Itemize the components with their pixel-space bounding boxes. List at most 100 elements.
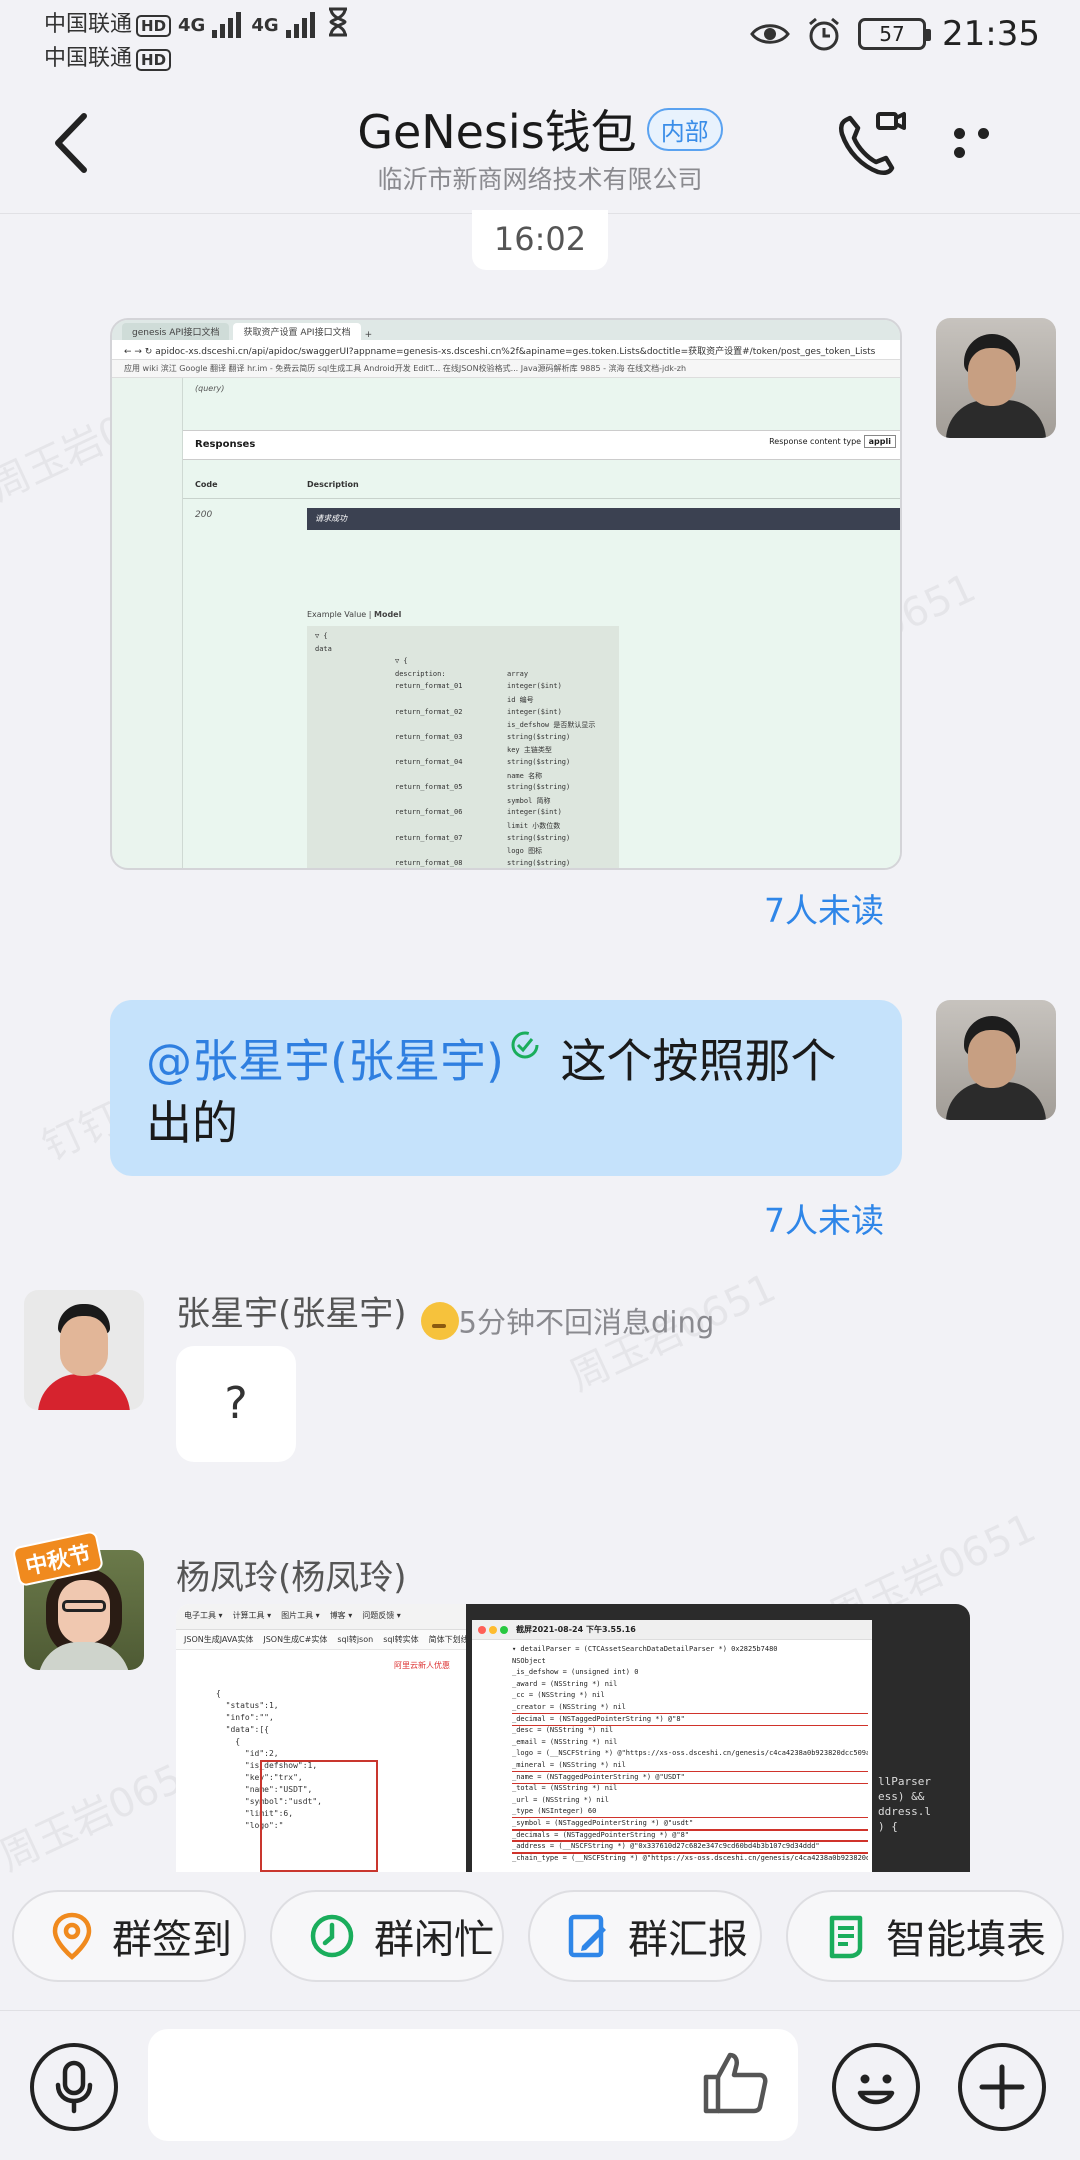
- json-code-line: {: [216, 1689, 221, 1698]
- query-label: (query): [195, 384, 225, 393]
- source-line: ddress.l: [878, 1805, 931, 1818]
- variable-line: ▾ detailParser = (CTCAssetSearchDataDeta…: [512, 1645, 778, 1653]
- responses-label: Responses: [195, 439, 256, 450]
- tool-tab: JSON生成C#实体: [263, 1635, 328, 1644]
- more-actions-button[interactable]: [958, 2043, 1046, 2131]
- sender-status: 5分钟不回消息ding: [458, 1305, 715, 1340]
- signal-icon: [212, 12, 244, 38]
- new-tab-icon: +: [364, 330, 373, 340]
- hd-badge: HD: [136, 15, 172, 37]
- emoji-button[interactable]: [832, 2043, 920, 2131]
- variable-line: _cc = (NSString *) nil: [512, 1691, 605, 1700]
- browser-address: ← → ↻ apidoc-xs.dsceshi.cn/api/apidoc/sw…: [112, 340, 900, 360]
- model-line-text: return_format_07: [395, 833, 463, 842]
- variable-line: _symbol = (NSTaggedPointerString *) @"us…: [512, 1816, 868, 1831]
- model-line-text: limit 小数位数: [507, 822, 561, 830]
- form-icon: [829, 1915, 863, 1959]
- time-divider: 16:02: [472, 210, 608, 270]
- sender-name[interactable]: 张星宇(张星宇): [176, 1294, 407, 1334]
- plus-icon: [979, 2064, 1025, 2110]
- hd-badge-2: HD: [136, 49, 172, 71]
- tool-menu: 电子工具 ▾ 计算工具 ▾ 图片工具 ▾ 博客 ▾ 问题反馈 ▾: [176, 1604, 466, 1630]
- text-message-bubble[interactable]: @张星宇(张星宇) 这个按照那个 出的: [110, 1000, 902, 1176]
- model-line-text: return_format_02: [395, 707, 463, 716]
- model-line: data: [307, 645, 619, 657]
- image-message[interactable]: genesis API接口文档 获取资产设置 API接口文档 + ← → ↻ a…: [110, 318, 902, 870]
- tool-tab: sql转实体: [383, 1635, 419, 1644]
- variable-line: _name = (NSTaggedPointerString *) @"USDT…: [512, 1770, 868, 1785]
- responses-bar: Responses Response content type appli: [183, 430, 900, 460]
- group-report-button[interactable]: 群汇报: [528, 1890, 762, 1982]
- model-line-text: id 编号: [507, 696, 534, 704]
- model-line-text: return_format_05: [395, 783, 463, 792]
- model-line: return_format_04 string($string): [307, 758, 619, 770]
- variable-line: _logo = (__NSCFString *) @"https://xs-os…: [512, 1749, 868, 1758]
- smart-form-label: 智能填表: [886, 1917, 1046, 1963]
- chat-title: GeNesis钱包: [357, 105, 637, 159]
- model-line: name 名称: [307, 771, 619, 783]
- model-line: key 主链类型: [307, 745, 619, 757]
- smart-form-button[interactable]: 智能填表: [786, 1890, 1064, 1982]
- variable-line: _type (NSInteger) 60: [512, 1807, 597, 1816]
- group-busy-button[interactable]: 群闲忙: [270, 1890, 504, 1982]
- thumbs-up-button[interactable]: [700, 2047, 772, 2119]
- chat-header: GeNesis钱包 内部 临沂市新商网络技术有限公司: [0, 72, 1080, 214]
- model-line-text: string($string): [507, 758, 571, 766]
- sender-name[interactable]: 杨凤玲(杨凤玲): [176, 1550, 407, 1599]
- read-check-icon: [511, 1031, 539, 1059]
- unread-count[interactable]: 7人未读: [764, 884, 884, 932]
- model-line: return_format_03 string($string): [307, 733, 619, 745]
- model-line: return_format_06 integer($int): [307, 808, 619, 820]
- model-line-text: ▽ {: [395, 657, 408, 666]
- smiley-icon: [857, 2074, 895, 2105]
- browser-tabs: genesis API接口文档 获取资产设置 API接口文档 +: [112, 320, 900, 340]
- model-line-text: ▽ {: [315, 632, 328, 640]
- group-checkin-button[interactable]: 群签到: [12, 1890, 246, 1982]
- bookmarks-bar: 应用 wiki 滨江 Google 翻译 翻译 hr.im - 免费云简历 sq…: [112, 360, 900, 378]
- model-line-text: string($string): [507, 732, 571, 741]
- carrier-2: 中国联通 HD: [44, 40, 172, 72]
- model-line-text: description:: [395, 669, 446, 678]
- avatar[interactable]: [24, 1290, 144, 1410]
- model-line-text: string($string): [507, 783, 571, 792]
- model-line-text: logo 图标: [507, 847, 543, 856]
- model-line-text: is_defshow 是否默认显示: [507, 721, 596, 730]
- mention-link[interactable]: @张星宇(张星宇): [146, 1034, 504, 1088]
- promo-tip: 阿里云新人优惠: [394, 1661, 450, 1670]
- quick-actions-bar: 群签到 群闲忙 群汇报 智能填表: [0, 1886, 1080, 2006]
- reply-bubble[interactable]: ?: [176, 1346, 296, 1462]
- avatar[interactable]: [936, 1000, 1056, 1120]
- json-code-line: "data":[{: [216, 1725, 269, 1734]
- message-text-line2: 出的: [146, 1096, 238, 1150]
- internal-badge: 内部: [646, 107, 723, 151]
- json-tool-panel: 电子工具 ▾ 计算工具 ▾ 图片工具 ▾ 博客 ▾ 问题反馈 ▾ JSON生成JAVA实…: [176, 1604, 469, 1872]
- code-200: 200: [195, 510, 213, 520]
- model-line: return_format_05 string($string): [307, 783, 619, 795]
- tool-tabs: JSON生成JAVA实体 JSON生成C#实体 sql转json sql转实体 简体下划…: [176, 1630, 469, 1650]
- clock-icon: [310, 1914, 354, 1958]
- col-description: Description: [307, 480, 359, 489]
- group-report-label: 群汇报: [628, 1917, 748, 1963]
- signal-label-2: 4G: [251, 15, 279, 36]
- chat-subtitle: 临沂市新商网络技术有限公司: [377, 165, 703, 194]
- unread-count[interactable]: 7人未读: [764, 1194, 884, 1242]
- model-line: return_format_07 string($string): [307, 834, 619, 846]
- source-line: ess) &&: [878, 1790, 925, 1803]
- variable-line: _url = (NSString *) nil: [512, 1795, 609, 1804]
- model-line-text: name 名称: [507, 771, 543, 780]
- json-code-line: "id":2,: [216, 1749, 279, 1758]
- image-message[interactable]: 电子工具 ▾ 计算工具 ▾ 图片工具 ▾ 博客 ▾ 问题反馈 ▾ JSON生成JAVA实…: [176, 1604, 970, 1872]
- avatar[interactable]: [936, 318, 1056, 438]
- title-row[interactable]: GeNesis钱包 内部: [0, 96, 1080, 162]
- variable-line: _email = (NSString *) nil: [512, 1737, 618, 1746]
- json-code-line: "status":1,: [216, 1701, 279, 1710]
- alarm-icon: [809, 17, 839, 51]
- voice-input-button[interactable]: [30, 2043, 118, 2131]
- video-call-button[interactable]: [834, 108, 908, 178]
- carrier-1: 中国联通 HD 4G 4G: [44, 6, 351, 38]
- json-code-line: {: [216, 1737, 241, 1746]
- clock-time: 21:35: [942, 14, 1040, 54]
- more-options-button[interactable]: [954, 124, 1024, 164]
- variable-line: _mineral = (NSString *) nil: [512, 1760, 626, 1769]
- carrier-1-label: 中国联通: [44, 12, 133, 37]
